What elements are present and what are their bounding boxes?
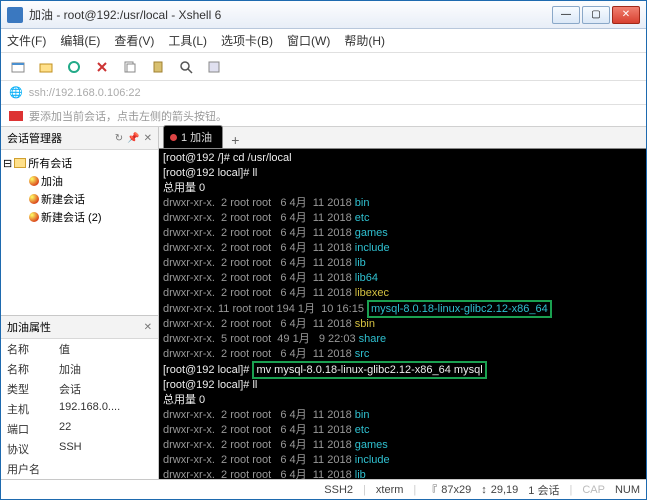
prop-row: 端口22 — [1, 419, 158, 439]
close-panel-icon[interactable]: ✕ — [144, 133, 152, 144]
window-controls: — ▢ ✕ — [552, 6, 640, 24]
new-tab-button[interactable]: + — [223, 132, 247, 148]
terminal-pane: 1 加油 + [root@192 /]# cd /usr/local [root… — [159, 127, 646, 479]
prop-row: 协议SSH — [1, 439, 158, 459]
paste-button[interactable] — [147, 56, 169, 78]
status-sess: 1 会话 — [528, 482, 559, 498]
address-text[interactable]: ssh://192.168.0.106:22 — [29, 87, 141, 99]
prop-row: 用户名 — [1, 459, 158, 479]
session-manager-header: 会话管理器 ↻ 📌 ✕ — [1, 127, 158, 150]
open-button[interactable] — [35, 56, 57, 78]
new-session-button[interactable] — [7, 56, 29, 78]
terminal-output[interactable]: [root@192 /]# cd /usr/local [root@192 lo… — [159, 149, 646, 479]
session-icon — [29, 176, 39, 186]
hint-bar: 要添加当前会话，点击左侧的箭头按钮。 — [1, 105, 646, 127]
menu-help[interactable]: 帮助(H) — [344, 32, 385, 49]
prop-row: 名称值 — [1, 339, 158, 359]
session-props-panel: 加油属性 ✕ 名称值 名称加油 类型会话 主机192.168.0.... 端口2… — [1, 315, 158, 479]
menu-tabs[interactable]: 选项卡(B) — [221, 32, 273, 49]
title-bar: 加油 - root@192:/usr/local - Xshell 6 — ▢ … — [1, 1, 646, 29]
terminal-tab[interactable]: 1 加油 — [163, 125, 223, 148]
folder-icon — [14, 158, 26, 168]
props-button[interactable] — [203, 56, 225, 78]
menu-file[interactable]: 文件(F) — [7, 32, 46, 49]
app-icon — [7, 7, 23, 23]
menu-bar: 文件(F) 编辑(E) 查看(V) 工具(L) 选项卡(B) 窗口(W) 帮助(… — [1, 29, 646, 53]
tree-item[interactable]: 新建会话 (2) — [3, 208, 156, 226]
props-title: 加油属性 — [7, 319, 51, 335]
toolbar — [1, 53, 646, 81]
tree-item[interactable]: 加油 — [3, 172, 156, 190]
maximize-button[interactable]: ▢ — [582, 6, 610, 24]
status-cap: CAP — [582, 484, 605, 496]
window-title: 加油 - root@192:/usr/local - Xshell 6 — [29, 6, 552, 23]
tree-root-label: 所有会话 — [28, 155, 72, 171]
status-conn: SSH2 — [324, 484, 353, 496]
session-icon — [29, 212, 39, 222]
session-manager-title: 会话管理器 — [7, 130, 62, 146]
flag-icon — [9, 111, 23, 121]
copy-button[interactable] — [119, 56, 141, 78]
address-bar[interactable]: 🌐 ssh://192.168.0.106:22 — [1, 81, 646, 105]
menu-edit[interactable]: 编辑(E) — [60, 32, 100, 49]
status-pos: ↕ 29,19 — [481, 484, 518, 496]
close-button[interactable]: ✕ — [612, 6, 640, 24]
status-term: xterm — [376, 484, 404, 496]
disconnect-button[interactable] — [91, 56, 113, 78]
refresh-icon[interactable]: ↻ — [115, 133, 123, 144]
main-area: 会话管理器 ↻ 📌 ✕ ⊟ 所有会话 加油 新建会话 新建会话 (2) 加油属性… — [1, 127, 646, 479]
session-props-header: 加油属性 ✕ — [1, 316, 158, 339]
find-button[interactable] — [175, 56, 197, 78]
menu-view[interactable]: 查看(V) — [114, 32, 154, 49]
tree-item[interactable]: 新建会话 — [3, 190, 156, 208]
pin-icon[interactable]: 📌 — [127, 133, 139, 144]
session-manager-panel: 会话管理器 ↻ 📌 ✕ ⊟ 所有会话 加油 新建会话 新建会话 (2) 加油属性… — [1, 127, 159, 479]
menu-tool[interactable]: 工具(L) — [168, 32, 207, 49]
session-tree[interactable]: ⊟ 所有会话 加油 新建会话 新建会话 (2) — [1, 150, 158, 315]
session-status-icon — [170, 134, 177, 141]
hint-text: 要添加当前会话，点击左侧的箭头按钮。 — [29, 108, 227, 124]
status-size: 『 87x29 — [426, 482, 471, 498]
tab-strip: 1 加油 + — [159, 127, 646, 149]
status-num: NUM — [615, 484, 640, 496]
session-icon — [29, 194, 39, 204]
status-bar: SSH2 | xterm | 『 87x29 ↕ 29,19 1 会话 | CA… — [1, 479, 646, 499]
close-panel-icon[interactable]: ✕ — [144, 322, 152, 333]
minimize-button[interactable]: — — [552, 6, 580, 24]
reconnect-button[interactable] — [63, 56, 85, 78]
prop-row: 名称加油 — [1, 359, 158, 379]
globe-icon: 🌐 — [9, 86, 23, 99]
tab-label: 1 加油 — [181, 129, 212, 145]
prop-row: 类型会话 — [1, 379, 158, 399]
menu-window[interactable]: 窗口(W) — [287, 32, 330, 49]
tree-root[interactable]: ⊟ 所有会话 — [3, 154, 156, 172]
prop-row: 主机192.168.0.... — [1, 399, 158, 419]
